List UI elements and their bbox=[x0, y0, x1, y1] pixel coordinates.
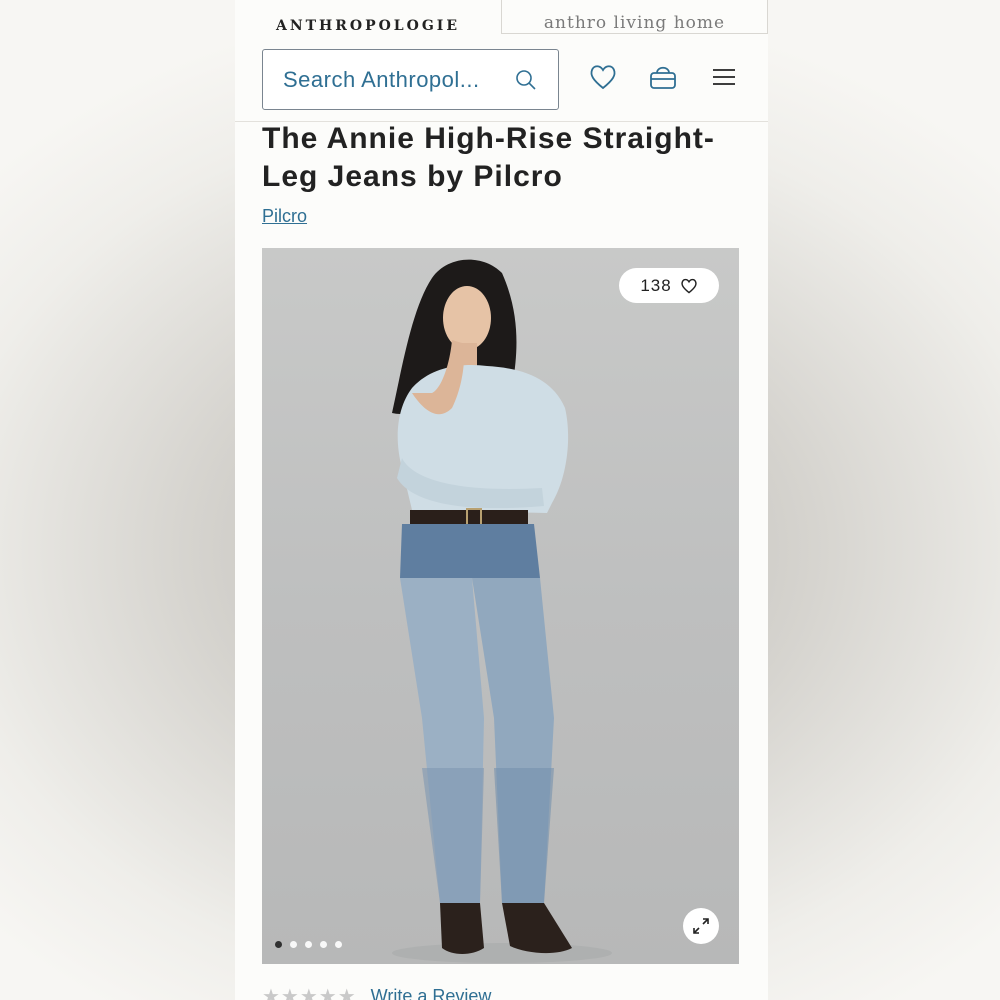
carousel-dot[interactable] bbox=[290, 941, 297, 948]
heart-icon[interactable] bbox=[588, 62, 618, 92]
expand-image-button[interactable] bbox=[683, 908, 719, 944]
image-carousel-dots bbox=[275, 941, 342, 948]
menu-icon[interactable] bbox=[709, 62, 739, 92]
heart-icon bbox=[681, 278, 697, 294]
mobile-page: ANTHROPOLOGIE anthro living home Search … bbox=[235, 0, 768, 1000]
expand-icon bbox=[693, 918, 709, 934]
search-icon[interactable] bbox=[514, 68, 538, 92]
reviews-row: ★★★★★ Write a Review bbox=[262, 984, 491, 1000]
product-title: The Annie High-Rise Straight-Leg Jeans b… bbox=[262, 122, 715, 193]
search-input[interactable]: Search Anthropol... bbox=[262, 49, 559, 110]
brand-tab-label: anthro living home bbox=[543, 13, 726, 33]
carousel-dot[interactable] bbox=[305, 941, 312, 948]
carousel-dot[interactable] bbox=[335, 941, 342, 948]
bag-icon[interactable] bbox=[648, 62, 678, 92]
carousel-dot[interactable] bbox=[320, 941, 327, 948]
favorite-count: 138 bbox=[640, 275, 672, 295]
model-illustration bbox=[392, 259, 612, 963]
product-brand-link[interactable]: Pilcro bbox=[262, 206, 307, 227]
carousel-dot[interactable] bbox=[275, 941, 282, 948]
brand-tab-anthro-living[interactable]: anthro living home bbox=[501, 0, 768, 34]
write-review-link[interactable]: Write a Review bbox=[371, 986, 492, 1000]
site-header: Search Anthropol... bbox=[235, 34, 768, 122]
brand-tab-anthropologie[interactable]: ANTHROPOLOGIE bbox=[235, 0, 501, 34]
brand-tab-label: ANTHROPOLOGIE bbox=[275, 18, 461, 34]
rating-stars: ★★★★★ bbox=[262, 984, 357, 1000]
product-image[interactable]: 138 bbox=[262, 248, 739, 964]
favorite-count-button[interactable]: 138 bbox=[619, 268, 719, 303]
